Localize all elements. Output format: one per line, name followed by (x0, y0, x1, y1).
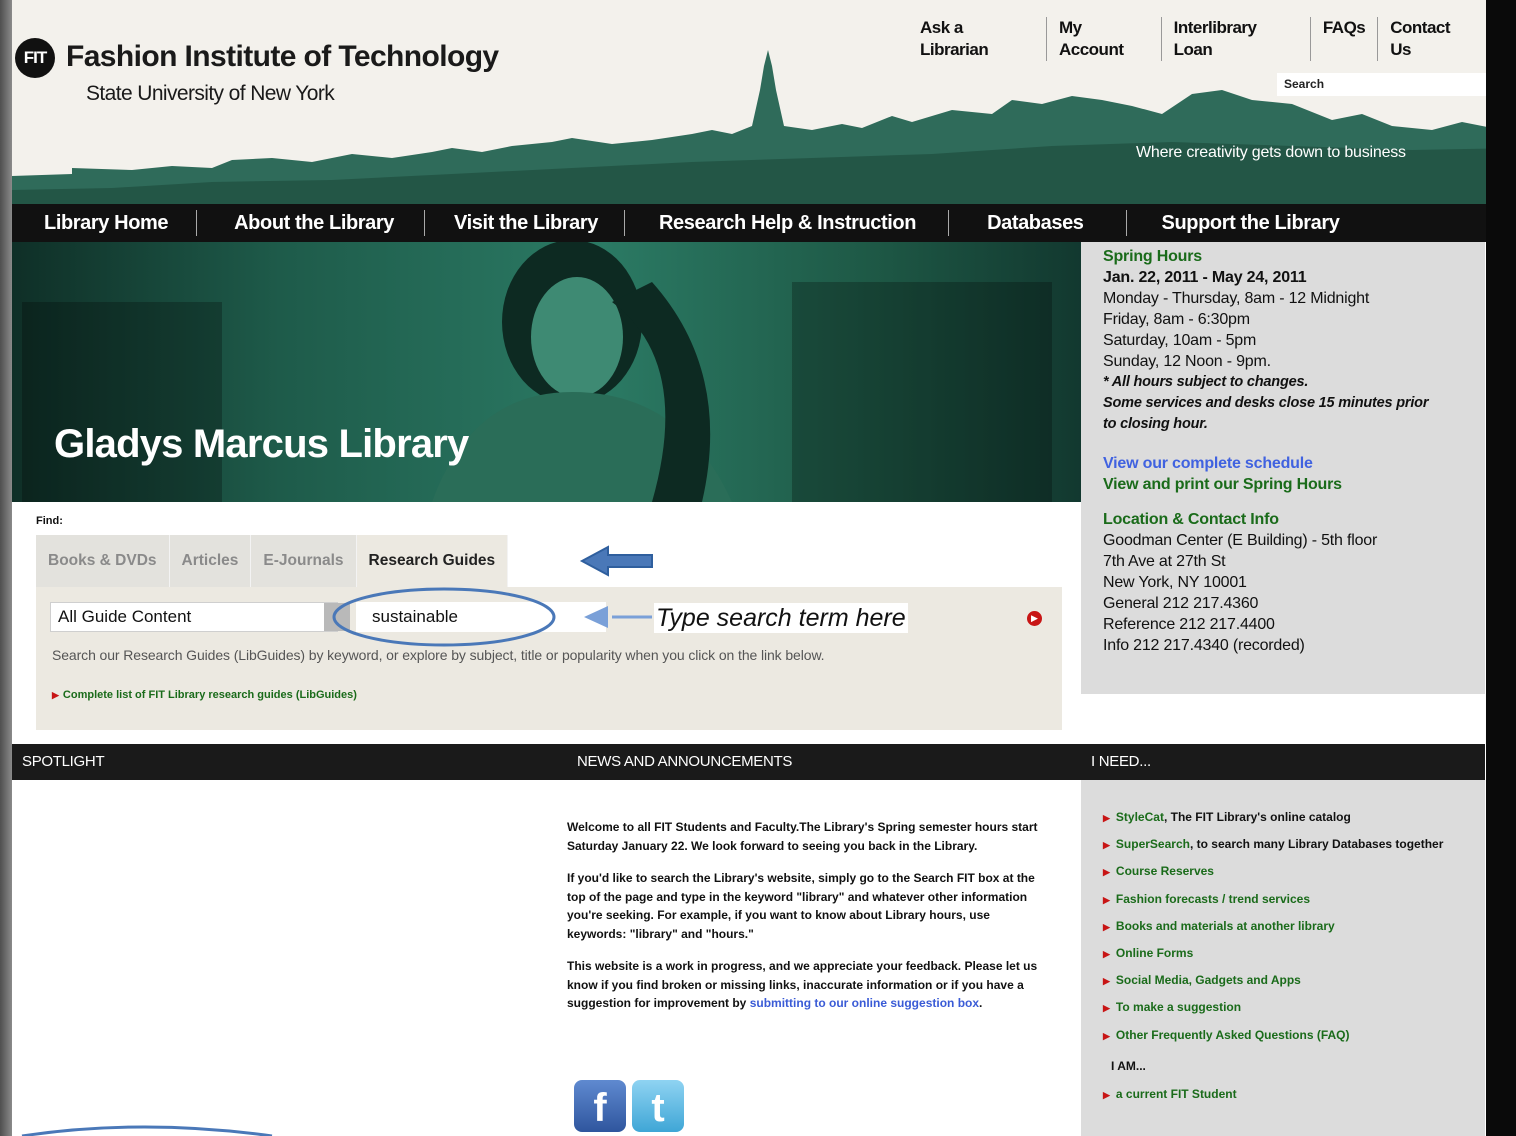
list-item-text: , to search many Library Databases toget… (1189, 837, 1444, 852)
arrow-bullet-icon: ▶ (1103, 894, 1110, 905)
list-item[interactable]: ▶ StyleCat, The FIT Library's online cata… (1103, 810, 1485, 837)
news-header: NEWS AND ANNOUNCEMENTS (567, 744, 1081, 780)
twitter-icon[interactable]: t (632, 1080, 684, 1132)
current-student-link[interactable]: a current FIT Student (1116, 1087, 1237, 1101)
list-item-text: , The FIT Library's online catalog (1163, 810, 1351, 824)
arrow-annotation-icon (579, 545, 653, 577)
books-another-library-link[interactable]: Books and materials at another library (1116, 919, 1335, 933)
stylecat-link[interactable]: StyleCat (1116, 810, 1164, 824)
news-paragraph: Welcome to all FIT Students and Faculty.… (567, 820, 1038, 853)
ineed-panel: ▶ StyleCat, The FIT Library's online cata… (1081, 780, 1485, 1136)
page: FIT Fashion Institute of Technology Stat… (12, 0, 1486, 1136)
news-content: Welcome to all FIT Students and Faculty.… (567, 818, 1047, 1027)
list-item[interactable]: ▶ Online Forms (1103, 946, 1485, 973)
annotation-ellipse (332, 587, 556, 647)
ineed-header: I NEED... (1081, 744, 1485, 780)
faq-link[interactable]: Other Frequently Asked Questions (FAQ) (1116, 1028, 1350, 1042)
news-text: . (979, 996, 983, 1010)
suggestion-box-link[interactable]: submitting to our online suggestion box (750, 996, 979, 1010)
list-item[interactable]: ▶ SuperSearch, to search many Library Dat… (1103, 837, 1485, 864)
course-reserves-link[interactable]: Course Reserves (1116, 864, 1214, 878)
list-item[interactable]: ▶ To make a suggestion (1103, 1000, 1485, 1027)
arrow-bullet-icon: ▶ (1103, 921, 1110, 932)
fashion-forecasts-link[interactable]: Fashion forecasts / trend services (1116, 892, 1310, 906)
arrow-bullet-icon: ▶ (1103, 1089, 1110, 1100)
supersearch-link[interactable]: SuperSearch (1116, 837, 1190, 851)
arrow-bullet-icon: ▶ (1103, 813, 1110, 823)
list-item[interactable]: ▶ a current FIT Student (1103, 1087, 1485, 1114)
list-item[interactable]: ▶ Course Reserves (1103, 864, 1485, 891)
news-paragraph: If you'd like to search the Library's we… (567, 871, 1035, 941)
social-icons: f t (574, 1080, 684, 1132)
annotation-ellipse (21, 1125, 273, 1136)
arrow-bullet-icon: ▶ (1103, 867, 1110, 878)
social-media-link[interactable]: Social Media, Gadgets and Apps (1116, 973, 1301, 987)
list-item[interactable]: ▶ Other Frequently Asked Questions (FAQ) (1103, 1028, 1485, 1055)
arrow-bullet-icon: ▶ (1103, 840, 1110, 851)
arrow-bullet-icon: ▶ (1103, 976, 1110, 987)
list-item[interactable]: ▶ Social Media, Gadgets and Apps (1103, 973, 1485, 1000)
facebook-icon[interactable]: f (574, 1080, 626, 1132)
arrow-bullet-icon: ▶ (1103, 948, 1110, 959)
make-suggestion-link[interactable]: To make a suggestion (1116, 1000, 1241, 1014)
arrow-annotation-icon (584, 606, 608, 628)
news-paragraph: This website is a work in progress, and … (567, 957, 1047, 1013)
list-item[interactable]: ▶ Books and materials at another library (1103, 919, 1485, 946)
online-forms-link[interactable]: Online Forms (1116, 946, 1193, 960)
iam-heading: I AM... (1111, 1058, 1146, 1073)
spotlight-header: SPOTLIGHT (12, 744, 567, 780)
arrow-bullet-icon: ▶ (1103, 1003, 1110, 1014)
list-item[interactable]: ▶ Fashion forecasts / trend services (1103, 892, 1485, 919)
arrow-bullet-icon: ▶ (1103, 1030, 1110, 1041)
